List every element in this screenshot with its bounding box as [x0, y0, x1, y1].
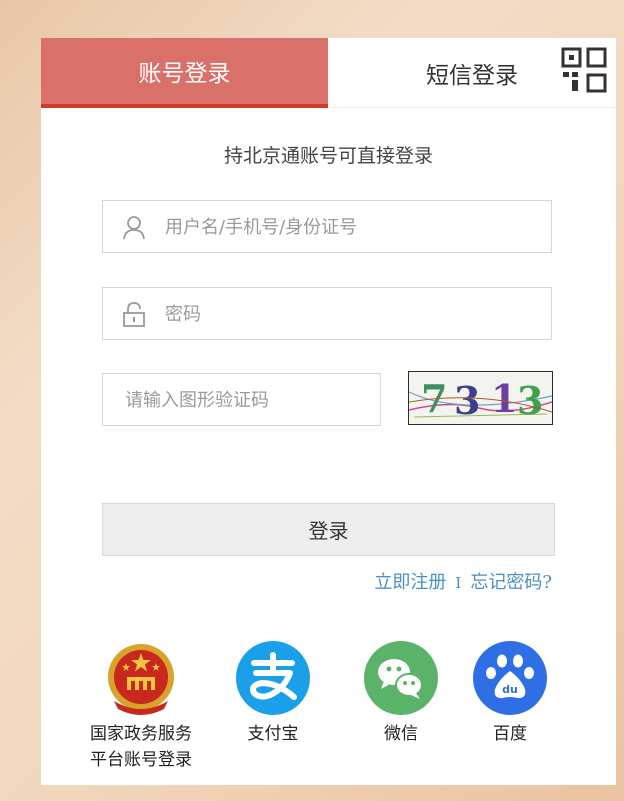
forgot-password-link[interactable]: 忘记密码?	[470, 572, 552, 593]
captcha-input[interactable]: 请输入图形验证码	[102, 373, 381, 426]
alipay-icon	[236, 641, 310, 715]
oauth-wechat[interactable]: 微信	[353, 641, 449, 747]
username-placeholder: 用户名/手机号/身份证号	[165, 217, 358, 238]
svg-text:du: du	[502, 683, 518, 696]
login-tagline: 持北京通账号可直接登录	[223, 145, 433, 167]
register-link[interactable]: 立即注册	[374, 572, 446, 593]
captcha-placeholder: 请输入图形验证码	[125, 390, 269, 411]
oauth-alipay[interactable]: 支付宝	[225, 641, 321, 747]
links-separator: I	[455, 574, 462, 592]
captcha-char: 3	[454, 378, 480, 423]
tab-account-login[interactable]: 账号登录	[41, 38, 328, 108]
account-links: 立即注册 I 忘记密码?	[331, 568, 552, 594]
captcha-char: 3	[517, 378, 543, 423]
password-field[interactable]: 密码	[102, 287, 552, 340]
national-emblem-icon	[108, 644, 174, 715]
oauth-gov[interactable]: 国家政务服务 平台账号登录	[75, 641, 207, 773]
lock-icon	[123, 302, 145, 327]
user-icon	[123, 216, 145, 240]
oauth-baidu[interactable]: du 百度	[462, 641, 558, 747]
oauth-baidu-label: 百度	[493, 724, 527, 744]
oauth-wechat-label: 微信	[384, 724, 418, 744]
oauth-gov-label-2: 平台账号登录	[90, 750, 192, 770]
username-field[interactable]: 用户名/手机号/身份证号	[102, 200, 552, 253]
login-tabs: 账号登录 短信登录	[41, 38, 616, 108]
login-panel: 账号登录 短信登录 持北京通账号可直接登录 用户名/手机号/身份证号 密码 请输…	[41, 38, 616, 785]
login-button[interactable]: 登录	[102, 503, 555, 556]
captcha-char: 1	[491, 376, 517, 421]
wechat-icon	[364, 641, 438, 715]
oauth-gov-label-1: 国家政务服务	[90, 724, 192, 744]
password-placeholder: 密码	[165, 304, 201, 325]
oauth-alipay-label: 支付宝	[247, 724, 299, 744]
captcha-image[interactable]: 7 3 1 3	[408, 371, 553, 425]
qr-code-icon[interactable]	[560, 46, 608, 94]
baidu-icon: du	[473, 641, 547, 715]
